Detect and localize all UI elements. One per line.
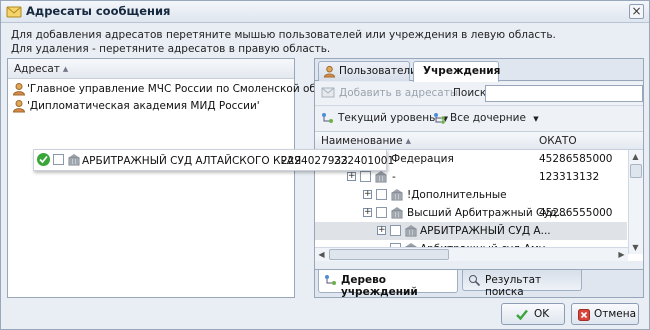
tree-row[interactable]: + !Дополнительные <box>315 186 627 204</box>
tab-users[interactable]: Пользователи <box>318 61 417 81</box>
row-checkbox[interactable] <box>376 189 387 200</box>
cancel-button[interactable]: Отмена <box>571 303 639 325</box>
building-icon <box>375 171 387 183</box>
drag-ghost-kpp: 222401001 <box>334 155 395 167</box>
mail-add-icon <box>321 87 335 98</box>
drop-allowed-icon <box>37 153 50 166</box>
dialog-window: Адресаты сообщения × Для добавления адре… <box>0 0 650 330</box>
tree-row-name: !Дополнительные <box>407 189 507 201</box>
building-icon <box>68 154 80 166</box>
tree-row[interactable]: + Высший Арбитражный Суд... 45286555000 <box>315 204 627 222</box>
ok-button[interactable]: OK <box>501 303 565 325</box>
expand-toggle[interactable]: + <box>347 172 356 181</box>
tree-header: Наименование ▲ ОКАТО <box>315 132 643 150</box>
recipients-panel[interactable]: Адресат ▲ 'Главное управление МЧС России … <box>7 58 351 298</box>
tree-row-selected[interactable]: + АРБИТРАЖНЫЙ СУД А... <box>315 222 627 240</box>
tree-icon <box>325 275 336 285</box>
scroll-left-icon[interactable]: ◀ <box>315 248 328 261</box>
chevron-down-icon: ▼ <box>533 115 539 123</box>
toolbar-level: Текущий уровень ▼ Все дочерние ▼ <box>315 107 643 131</box>
building-icon <box>405 225 417 237</box>
recipients-header[interactable]: Адресат ▲ <box>8 59 294 79</box>
scroll-right-icon[interactable]: ▶ <box>615 248 628 261</box>
mail-icon <box>6 6 22 18</box>
title-bar[interactable]: Адресаты сообщения × <box>1 1 649 23</box>
tab-institutions-label: Учреждения <box>423 65 501 77</box>
tab-institution-tree[interactable]: Дерево учреждений <box>318 270 458 298</box>
scroll-up-icon[interactable]: ▲ <box>629 150 642 163</box>
close-button[interactable]: × <box>629 4 644 19</box>
search-icon <box>469 275 481 287</box>
vertical-scroll-thumb[interactable] <box>630 164 642 178</box>
source-tabs: Пользователи Учреждения <box>315 59 643 82</box>
sort-asc-icon: ▲ <box>62 65 69 73</box>
row-checkbox[interactable] <box>360 171 371 182</box>
horizontal-scrollbar[interactable]: ◀ ▶ <box>315 247 628 261</box>
instructions: Для добавления адресатов перетяните мышь… <box>11 28 556 56</box>
user-icon <box>12 83 26 96</box>
tree-children-icon <box>434 113 445 124</box>
expand-toggle[interactable]: + <box>363 208 372 217</box>
expand-toggle[interactable]: + <box>377 226 386 235</box>
user-icon <box>323 65 336 78</box>
toolbar-add-search: Добавить в адресаты Поиск <box>315 82 643 106</box>
column-header-name[interactable]: Наименование ▲ <box>321 135 411 147</box>
row-checkbox[interactable] <box>390 225 401 236</box>
search-label: Поиск <box>453 87 487 99</box>
vertical-scrollbar[interactable]: ▲ ▼ <box>628 150 643 254</box>
all-children-dropdown[interactable]: Все дочерние ▼ <box>433 112 539 124</box>
building-icon <box>391 207 403 219</box>
tab-search-results[interactable]: Результат поиска <box>462 270 582 298</box>
building-icon <box>391 189 403 201</box>
expand-toggle[interactable]: + <box>363 190 372 199</box>
instruction-line-add: Для добавления адресатов перетяните мышь… <box>11 29 556 41</box>
check-icon <box>516 309 528 320</box>
drag-ghost-name: АРБИТРАЖНЫЙ СУД АЛТАЙСКОГО КРАЯ <box>82 155 302 167</box>
tab-institutions[interactable]: Учреждения <box>413 61 501 82</box>
tab-users-label: Пользователи <box>339 65 417 77</box>
source-panel: Пользователи Учреждения Добавить в адрес… <box>314 58 644 298</box>
scroll-down-icon[interactable]: ▼ <box>629 241 642 254</box>
tree-bottom-tabs: Дерево учреждений Результат поиска <box>315 269 643 298</box>
tree-row-okato: 45286555000 <box>539 207 613 219</box>
user-icon <box>12 100 26 113</box>
row-checkbox <box>53 154 64 165</box>
tree-row-okato: 45286585000 <box>539 153 613 165</box>
search-input[interactable] <box>485 85 643 102</box>
column-header-recipient[interactable]: Адресат ▲ <box>14 63 68 75</box>
tab-search-results-label: Результат поиска <box>485 274 542 298</box>
tree-row-name: - <box>392 171 396 183</box>
current-level-dropdown[interactable]: Текущий уровень ▼ <box>321 112 448 124</box>
recipient-label: 'Главное управление МЧС России по Смолен… <box>27 83 351 95</box>
cancel-icon <box>578 309 590 321</box>
row-checkbox[interactable] <box>376 207 387 218</box>
column-header-okato[interactable]: ОКАТО <box>539 135 577 147</box>
drag-ghost: АРБИТРАЖНЫЙ СУД АЛТАЙСКОГО КРАЯ 22240279… <box>33 149 394 171</box>
sort-asc-icon: ▲ <box>405 137 411 145</box>
recipient-label: 'Дипломатическая академия МИД России' <box>27 100 260 112</box>
tree-row-okato: 123313132 <box>539 171 600 183</box>
tab-institution-tree-label: Дерево учреждений <box>341 274 418 298</box>
tree-row-name: АРБИТРАЖНЫЙ СУД А... <box>420 225 551 237</box>
horizontal-scroll-thumb[interactable] <box>329 249 449 260</box>
tree-level-icon <box>322 113 333 123</box>
window-title: Адресаты сообщения <box>26 4 171 18</box>
add-to-recipients-button[interactable]: Добавить в адресаты <box>321 87 458 99</box>
instruction-line-remove: Для удаления - перетяните адресатов в пр… <box>11 43 331 55</box>
recipient-row[interactable]: 'Дипломатическая академия МИД России' <box>8 97 294 116</box>
